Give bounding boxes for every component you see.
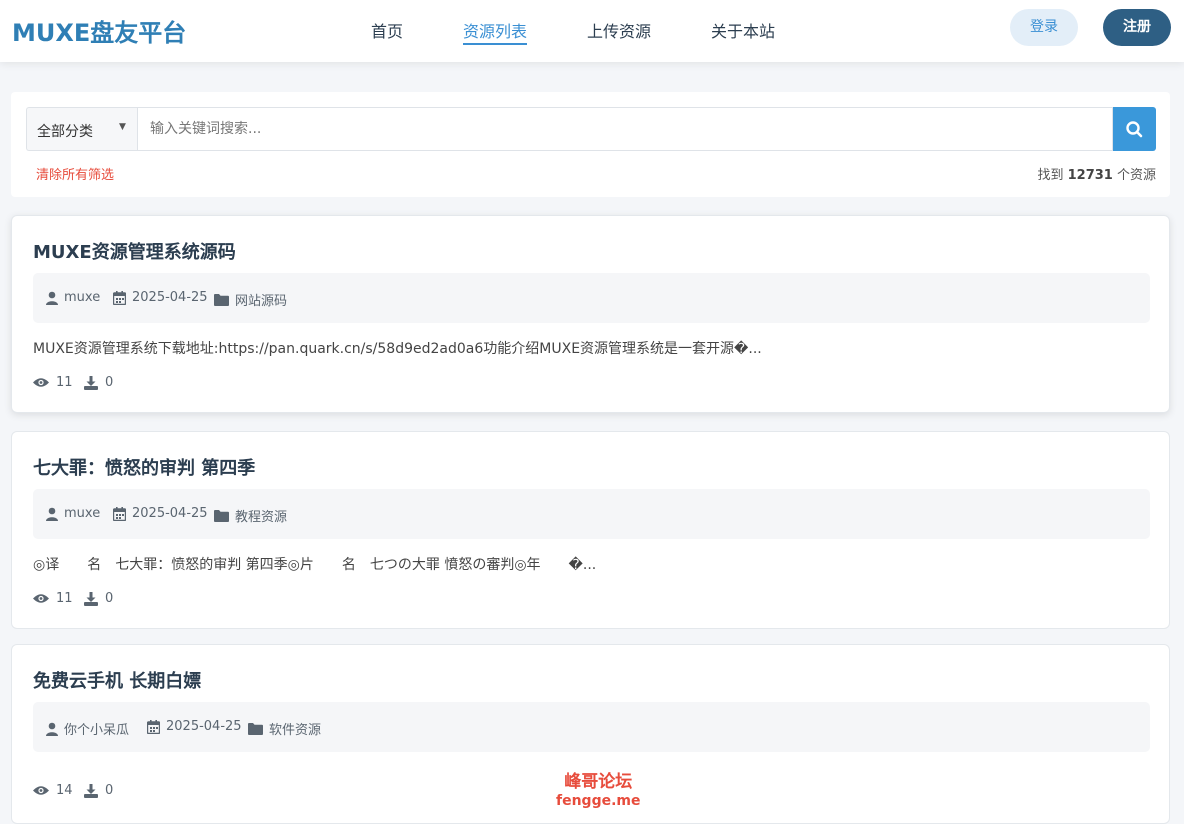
- nav-active-indicator: [463, 43, 527, 45]
- top-header: MUXE盘友平台 首页 资源列表 上传资源 关于本站 登录 注册: [0, 0, 1184, 62]
- category-select-value: 全部分类: [37, 124, 93, 140]
- nav-item-about[interactable]: 关于本站: [711, 18, 775, 42]
- site-logo[interactable]: MUXE盘友平台: [12, 13, 186, 48]
- result-count-prefix: 找到: [1037, 168, 1064, 183]
- resource-meta: muxe 2025-04-25 网站源码: [33, 273, 1150, 323]
- meta-category[interactable]: 教程资源: [214, 506, 287, 525]
- watermark-line2: fengge.me: [556, 793, 641, 809]
- search-panel: 全部分类 ▼ 清除所有筛选 找到 12731 个资源: [11, 92, 1170, 197]
- resource-title[interactable]: 七大罪：愤怒的审判 第四季: [33, 454, 255, 480]
- resource-description: ◎译 名 七大罪：愤怒的审判 第四季◎片 名 七つの大罪 憤怒の審判◎年 �..…: [33, 557, 597, 573]
- login-button[interactable]: 登录: [1010, 9, 1078, 46]
- meta-date-value: 2025-04-25: [132, 290, 208, 305]
- resource-card[interactable]: 七大罪：愤怒的审判 第四季 muxe 2025-04-25 教程资源 ◎译 名 …: [11, 431, 1170, 629]
- meta-category-name: 软件资源: [269, 723, 322, 738]
- calendar-icon: [113, 506, 126, 521]
- resource-meta: muxe 2025-04-25 教程资源: [33, 489, 1150, 539]
- view-count: 11: [33, 591, 73, 606]
- meta-author-name: muxe: [64, 506, 101, 521]
- register-button[interactable]: 注册: [1103, 9, 1171, 46]
- folder-icon: [214, 509, 229, 522]
- view-count-value: 11: [56, 375, 73, 390]
- eye-icon: [33, 378, 49, 387]
- meta-date-value: 2025-04-25: [132, 506, 208, 521]
- nav-item-resource-list[interactable]: 资源列表: [463, 18, 527, 42]
- download-count-value: 0: [105, 591, 114, 606]
- view-count-value: 14: [56, 783, 73, 798]
- meta-category-name: 教程资源: [235, 510, 288, 525]
- download-count-value: 0: [105, 375, 114, 390]
- user-icon: [46, 291, 58, 305]
- download-count: 0: [84, 591, 113, 606]
- meta-author: muxe: [46, 506, 100, 521]
- meta-author: muxe: [46, 290, 100, 305]
- eye-icon: [33, 786, 49, 795]
- nav-item-upload[interactable]: 上传资源: [587, 18, 651, 42]
- download-icon: [84, 591, 98, 606]
- meta-category[interactable]: 软件资源: [248, 719, 321, 738]
- result-count-number: 12731: [1067, 168, 1113, 183]
- eye-icon: [33, 594, 49, 603]
- resource-meta: 你个小呆瓜 2025-04-25 软件资源: [33, 702, 1150, 752]
- resource-title[interactable]: 免费云手机 长期白嫖: [33, 667, 201, 693]
- search-button[interactable]: [1113, 107, 1156, 151]
- meta-date-value: 2025-04-25: [166, 719, 242, 734]
- clear-filters-link[interactable]: 清除所有筛选: [36, 164, 114, 183]
- search-icon: [1126, 121, 1143, 138]
- category-select[interactable]: 全部分类 ▼: [26, 107, 137, 151]
- result-count-suffix: 个资源: [1116, 168, 1156, 183]
- meta-date: 2025-04-25: [113, 506, 208, 521]
- search-input[interactable]: [137, 107, 1113, 151]
- meta-author-name: muxe: [64, 290, 101, 305]
- watermark-line1: 峰哥论坛: [564, 772, 633, 792]
- download-icon: [84, 375, 98, 390]
- view-count: 11: [33, 375, 73, 390]
- user-icon: [46, 507, 58, 521]
- result-count: 找到 12731 个资源: [1037, 164, 1156, 183]
- meta-date: 2025-04-25: [113, 290, 208, 305]
- download-count: 0: [84, 375, 113, 390]
- watermark: 峰哥论坛 fengge.me: [556, 772, 641, 810]
- meta-category-name: 网站源码: [235, 294, 288, 309]
- download-count-value: 0: [105, 783, 114, 798]
- resource-card[interactable]: MUXE资源管理系统源码 muxe 2025-04-25 网站源码 MUXE资源…: [11, 215, 1170, 413]
- caret-down-icon: ▼: [119, 122, 126, 132]
- resource-description: MUXE资源管理系统下载地址:https://pan.quark.cn/s/58…: [33, 341, 762, 357]
- folder-icon: [214, 293, 229, 306]
- download-count: 0: [84, 783, 113, 798]
- meta-author: 你个小呆瓜: [46, 719, 129, 738]
- view-count: 14: [33, 783, 73, 798]
- view-count-value: 11: [56, 591, 73, 606]
- user-icon: [46, 722, 58, 736]
- meta-author-name: 你个小呆瓜: [64, 723, 130, 738]
- resource-title[interactable]: MUXE资源管理系统源码: [33, 238, 236, 264]
- calendar-icon: [113, 290, 126, 305]
- meta-date: 2025-04-25: [147, 719, 242, 734]
- meta-category[interactable]: 网站源码: [214, 290, 287, 309]
- folder-icon: [248, 722, 263, 735]
- download-icon: [84, 783, 98, 798]
- calendar-icon: [147, 719, 160, 734]
- nav-item-home[interactable]: 首页: [371, 18, 403, 42]
